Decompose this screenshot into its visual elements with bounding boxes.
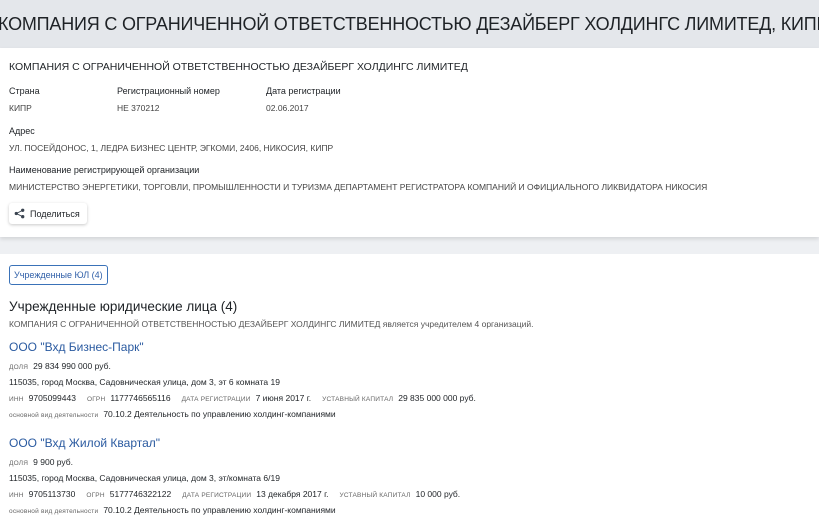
inn-value: 9705099443 <box>28 393 76 403</box>
country-label: Страна <box>9 86 40 96</box>
inn-label: ИНН <box>9 396 24 403</box>
org-details-row: ИНН 9705099443 ОГРН 1177746565116 ДАТА Р… <box>9 393 476 403</box>
org-share-row: доля 9 900 руб. <box>9 457 73 467</box>
reg-date-label: ДАТА РЕГИСТРАЦИИ <box>182 492 252 499</box>
capital-label: УСТАВНЫЙ КАПИТАЛ <box>339 492 411 499</box>
reg-number-value: НЕ 370212 <box>117 103 160 113</box>
address-label: Адрес <box>9 126 35 136</box>
org-address: 115035, город Москва, Садовническая улиц… <box>9 473 280 483</box>
reg-date-value: 7 июня 2017 г. <box>255 393 312 403</box>
capital-value: 10 000 руб. <box>415 489 461 499</box>
tab-founded-entities[interactable]: Учрежденные ЮЛ (4) <box>9 265 108 285</box>
ogrn-value: 1177746565116 <box>110 393 171 403</box>
org-activity-row: основной вид деятельности 70.10.2 Деятел… <box>9 409 336 419</box>
share-value: 29 834 990 000 руб. <box>33 361 111 371</box>
registrar-value: МИНИСТЕРСТВО ЭНЕРГЕТИКИ, ТОРГОВЛИ, ПРОМЫ… <box>9 182 708 192</box>
org-activity-row: основной вид деятельности 70.10.2 Деятел… <box>9 505 336 515</box>
reg-date-value: 13 декабря 2017 г. <box>256 489 329 499</box>
share-icon <box>14 208 25 219</box>
share-button[interactable]: Поделиться <box>9 203 87 224</box>
address-value: УЛ. ПОСЕЙДОНОС, 1, ЛЕДРА БИЗНЕС ЦЕНТР, Э… <box>9 143 334 153</box>
country-value: КИПР <box>9 103 32 113</box>
org-details-row: ИНН 9705113730 ОГРН 5177746322122 ДАТА Р… <box>9 489 460 499</box>
activity-value: 70.10.2 Деятельность по управлению холди… <box>103 505 336 515</box>
activity-value: 70.10.2 Деятельность по управлению холди… <box>103 409 336 419</box>
share-button-label: Поделиться <box>30 208 80 219</box>
reg-date-value: 02.06.2017 <box>266 103 309 113</box>
ogrn-label: ОГРН <box>86 492 105 499</box>
reg-number-label: Регистрационный номер <box>117 86 220 96</box>
reg-date-label: ДАТА РЕГИСТРАЦИИ <box>181 396 251 403</box>
section-subtitle: КОМПАНИЯ С ОГРАНИЧЕННОЙ ОТВЕТСТВЕННОСТЬЮ… <box>9 319 534 329</box>
share-value: 9 900 руб. <box>33 457 73 467</box>
company-name: КОМПАНИЯ С ОГРАНИЧЕННОЙ ОТВЕТСТВЕННОСТЬЮ… <box>9 61 468 73</box>
activity-label: основной вид деятельности <box>9 412 99 419</box>
org-link[interactable]: ООО "Вхд Бизнес-Парк" <box>9 340 144 354</box>
founded-section: Учрежденные ЮЛ (4) Учрежденные юридическ… <box>0 254 819 518</box>
ogrn-label: ОГРН <box>86 396 106 403</box>
registrar-label: Наименование регистрирующей организации <box>9 165 200 175</box>
org-address: 115035, город Москва, Садовническая улиц… <box>9 377 280 387</box>
org-share-row: доля 29 834 990 000 руб. <box>9 361 111 371</box>
page-header: КОМПАНИЯ С ОГРАНИЧЕННОЙ ОТВЕТСТВЕННОСТЬЮ… <box>0 0 819 48</box>
company-card: КОМПАНИЯ С ОГРАНИЧЕННОЙ ОТВЕТСТВЕННОСТЬЮ… <box>0 48 819 237</box>
reg-date-label: Дата регистрации <box>266 86 341 96</box>
org-link[interactable]: ООО "Вхд Жилой Квартал" <box>9 436 160 450</box>
ogrn-value: 5177746322122 <box>109 489 172 499</box>
page-title: КОМПАНИЯ С ОГРАНИЧЕННОЙ ОТВЕТСТВЕННОСТЬЮ… <box>0 14 819 34</box>
activity-label: основной вид деятельности <box>9 508 99 515</box>
section-title: Учрежденные юридические лица (4) <box>9 299 238 314</box>
capital-label: УСТАВНЫЙ КАПИТАЛ <box>322 396 394 403</box>
inn-value: 9705113730 <box>28 489 76 499</box>
inn-label: ИНН <box>9 492 24 499</box>
share-label: доля <box>9 460 29 467</box>
share-label: доля <box>9 364 29 371</box>
capital-value: 29 835 000 000 руб. <box>398 393 476 403</box>
